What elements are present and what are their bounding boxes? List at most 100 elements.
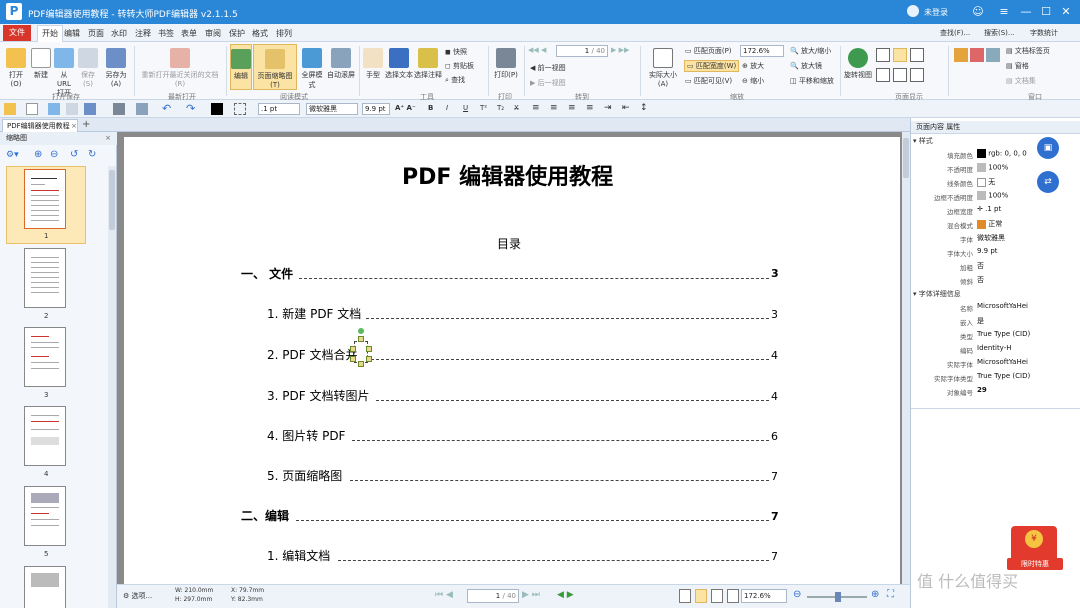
prev-view-button[interactable]: ◀ 前一视图: [530, 63, 566, 73]
prop-opacity-value[interactable]: 100%: [977, 163, 1008, 172]
clipboard-button[interactable]: ◻ 剪贴板: [445, 61, 474, 71]
prop-border-width-value[interactable]: ✛ .1 pt: [977, 205, 1001, 213]
new-small-icon[interactable]: [26, 103, 38, 115]
scan-small-icon[interactable]: [136, 103, 148, 115]
menu-icon[interactable]: ≡: [996, 4, 1012, 20]
subscript-icon[interactable]: T₂: [497, 104, 504, 112]
cover-page-icon[interactable]: [876, 68, 890, 82]
select-annot-button[interactable]: 选择注释: [414, 48, 442, 80]
status-zoom-in-icon[interactable]: ⊕: [871, 589, 879, 600]
select-text-button[interactable]: 选择文本: [385, 48, 413, 80]
menu-file[interactable]: 文件: [3, 25, 31, 41]
open-button[interactable]: 打开(O): [4, 48, 28, 88]
strikethrough-icon[interactable]: X̶: [514, 104, 519, 112]
fill-color-swatch[interactable]: [211, 103, 223, 115]
bold-icon[interactable]: B: [428, 104, 433, 112]
find-tool-button[interactable]: ⌕ 查找: [445, 75, 465, 85]
prop-bold-value[interactable]: 否: [977, 261, 984, 271]
reopen-button[interactable]: 重新打开最近关闭的文档(R): [138, 48, 222, 88]
saveas-button[interactable]: 另存为(A): [102, 48, 130, 88]
autoscroll-button[interactable]: 自动滚屏: [327, 48, 355, 80]
font-size-select[interactable]: 9.9 pt: [362, 103, 390, 115]
thumbnail-view-button[interactable]: 页面缩略图(T): [253, 44, 297, 90]
superscript-icon[interactable]: T²: [480, 104, 487, 112]
stroke-width-select[interactable]: .1 pt: [258, 103, 300, 115]
page-thumbnail[interactable]: [24, 406, 66, 466]
window-arrange-icon[interactable]: [954, 48, 968, 62]
indent-icon[interactable]: ⇥: [604, 103, 612, 113]
redo-icon[interactable]: ↷: [186, 103, 198, 115]
doc-tab-button[interactable]: ▤ 文档标签页: [1006, 46, 1050, 56]
menu-page[interactable]: 页面: [88, 28, 104, 39]
nav-first-icon[interactable]: ◀◀ ◀: [528, 46, 546, 54]
status-page-input[interactable]: 1 / 40: [467, 589, 519, 603]
status-nav-prev-icon[interactable]: ⏮ ◀: [435, 590, 453, 600]
stroke-color-swatch[interactable]: [234, 103, 246, 115]
fit-page-button[interactable]: ▭ 匹配页面(P): [685, 46, 732, 56]
resize-handle[interactable]: [358, 361, 364, 367]
saveas-small-icon[interactable]: [84, 103, 96, 115]
panel-close-icon[interactable]: ×: [105, 132, 111, 145]
menu-arrange[interactable]: 排列: [276, 28, 292, 39]
align-center-icon[interactable]: ≡: [550, 103, 558, 113]
menu-annotate[interactable]: 注释: [135, 28, 151, 39]
fit-visible-button[interactable]: ▭ 匹配可见(V): [685, 76, 732, 86]
doc-set-button[interactable]: ▤ 文档集: [1006, 76, 1036, 86]
tab-document[interactable]: PDF编辑器使用教程 ×: [2, 119, 78, 132]
align-right-icon[interactable]: ≡: [568, 103, 576, 113]
page-thumbnail[interactable]: [24, 248, 66, 308]
page-thumbnail[interactable]: [24, 327, 66, 387]
grid-view-icon[interactable]: [910, 68, 924, 82]
resize-handle[interactable]: [350, 346, 356, 352]
url-small-icon[interactable]: [48, 103, 60, 115]
fit-width-button[interactable]: ▭ 匹配宽度(W): [684, 60, 740, 72]
open-small-icon[interactable]: [4, 103, 16, 115]
open-url-button[interactable]: 从 URL 打开: [53, 48, 75, 98]
translate-icon[interactable]: ⇄: [1037, 171, 1059, 193]
thumbnail-scrollbar[interactable]: [108, 166, 116, 608]
rotate-view-button[interactable]: 旋转视图: [843, 48, 873, 80]
menu-start[interactable]: 开始: [37, 25, 63, 42]
menu-bookmark[interactable]: 书签: [158, 28, 174, 39]
page-thumbnail[interactable]: [24, 486, 66, 546]
zoom-in-button[interactable]: ⊕ 放大: [742, 61, 764, 71]
prop-font-value[interactable]: 微软雅黑: [977, 233, 1005, 243]
zoom-inout-button[interactable]: 🔍 放大/缩小: [790, 46, 831, 56]
outdent-icon[interactable]: ⇤: [622, 103, 630, 113]
new-button[interactable]: 新建: [30, 48, 52, 80]
tab-close-icon[interactable]: ×: [71, 120, 77, 132]
nav-last-icon[interactable]: ▶ ▶▶: [611, 46, 629, 54]
pane-button[interactable]: ▤ 窗格: [1006, 61, 1029, 71]
print-button[interactable]: 打印(P): [492, 48, 520, 80]
italic-icon[interactable]: I: [446, 104, 448, 112]
menu-review[interactable]: 审阅: [205, 28, 221, 39]
user-icon[interactable]: [907, 5, 919, 17]
prop-border-opacity-value[interactable]: 100%: [977, 191, 1008, 200]
thumb-rotate-right-icon[interactable]: ↻: [88, 149, 96, 160]
wordcount-button[interactable]: 字数统计: [1030, 28, 1058, 38]
menu-form[interactable]: 表单: [181, 28, 197, 39]
status-zoom-select[interactable]: 172.6%: [741, 589, 787, 603]
justify-icon[interactable]: ≡: [586, 103, 594, 113]
split-view-icon[interactable]: [893, 68, 907, 82]
window-tile-icon[interactable]: [986, 48, 1000, 62]
zoom-select[interactable]: 172.6%: [740, 45, 784, 57]
prop-fill-value[interactable]: rgb: 0, 0, 0: [977, 149, 1027, 158]
login-status[interactable]: 未登录: [924, 7, 948, 18]
next-view-button[interactable]: ▶ 后一视图: [530, 78, 566, 88]
maximize-button[interactable]: ☐: [1038, 4, 1054, 20]
status-cover-icon[interactable]: [727, 589, 739, 603]
edit-mode-button[interactable]: 编辑: [230, 44, 252, 90]
menu-protect[interactable]: 保护: [229, 28, 245, 39]
thumb-rotate-left-icon[interactable]: ↺: [70, 149, 78, 160]
actual-size-button[interactable]: 实际大小(A): [644, 48, 682, 88]
status-facing-icon[interactable]: [711, 589, 723, 603]
resize-handle[interactable]: [366, 346, 372, 352]
font-grow-icon[interactable]: A⁺ A⁻: [395, 104, 416, 112]
document-scrollbar[interactable]: [902, 132, 910, 584]
magnifier-button[interactable]: 🔍 放大镜: [790, 61, 822, 71]
status-fit-icon[interactable]: ⛶: [887, 589, 894, 600]
minimize-button[interactable]: —: [1018, 4, 1034, 20]
support-icon[interactable]: ☺: [970, 4, 986, 20]
rotate-handle[interactable]: [358, 328, 364, 334]
